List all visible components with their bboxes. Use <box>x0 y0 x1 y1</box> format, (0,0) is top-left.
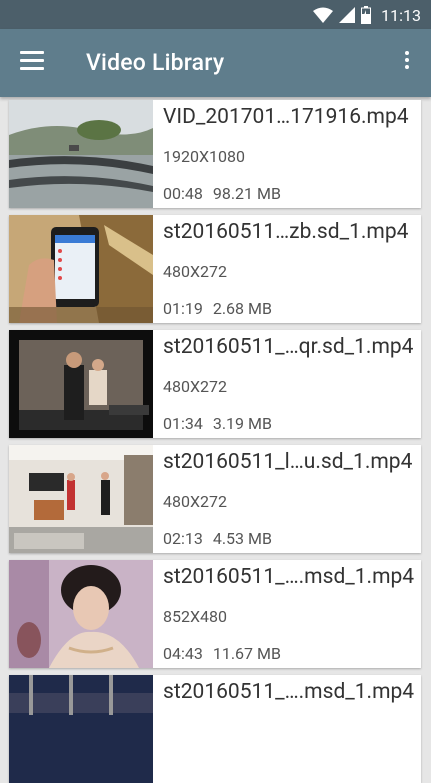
video-resolution: 480X272 <box>163 377 227 396</box>
video-thumbnail <box>9 330 153 438</box>
video-duration: 00:48 <box>163 184 203 203</box>
video-filename: st20160511_….msd_1.mp4 <box>163 680 415 704</box>
video-duration: 02:13 <box>163 529 203 548</box>
signal-icon <box>339 7 356 23</box>
video-thumbnail <box>9 675 153 783</box>
video-filename: st20160511_….msd_1.mp4 <box>163 565 415 589</box>
video-meta: 02:13 4.53 MB <box>163 529 272 548</box>
video-item[interactable]: st20160511_….msd_1.mp4 <box>9 675 421 783</box>
video-size: 11.67 MB <box>212 644 281 663</box>
video-thumbnail <box>9 445 153 553</box>
menu-icon[interactable] <box>20 51 44 75</box>
video-meta: 04:43 11.67 MB <box>163 644 281 663</box>
app-bar: Video Library <box>0 29 431 97</box>
video-duration: 01:34 <box>163 414 203 433</box>
video-meta: 01:34 3.19 MB <box>163 414 272 433</box>
video-thumbnail <box>9 560 153 668</box>
wifi-icon <box>313 7 334 23</box>
video-size: 2.68 MB <box>212 299 272 318</box>
video-filename: st20160511_l…u.sd_1.mp4 <box>163 450 413 474</box>
more-options-icon[interactable] <box>403 51 411 75</box>
page-title: Video Library <box>86 49 225 76</box>
clock-time: 11:13 <box>381 5 421 25</box>
video-item[interactable]: st20160511_….msd_1.mp4 852X480 04:43 11.6… <box>9 560 421 668</box>
video-filename: st20160511_…qr.sd_1.mp4 <box>163 335 414 359</box>
video-duration: 01:19 <box>163 299 203 318</box>
video-size: 3.19 MB <box>212 414 272 433</box>
video-duration: 04:43 <box>163 644 203 663</box>
status-bar: 11:13 <box>0 0 431 29</box>
video-item[interactable]: st20160511_…qr.sd_1.mp4 480X272 01:34 3.1… <box>9 330 421 438</box>
video-meta: 00:48 98.21 MB <box>163 184 281 203</box>
video-resolution: 1920X1080 <box>163 147 245 166</box>
battery-icon <box>361 6 372 24</box>
video-meta: 01:19 2.68 MB <box>163 299 272 318</box>
video-resolution: 480X272 <box>163 492 227 511</box>
video-filename: VID_201701…171916.mp4 <box>163 105 409 129</box>
video-item[interactable]: st20160511…zb.sd_1.mp4 480X272 01:19 2.68… <box>9 215 421 323</box>
video-thumbnail <box>9 215 153 323</box>
video-size: 4.53 MB <box>212 529 272 548</box>
video-resolution: 480X272 <box>163 262 227 281</box>
video-size: 98.21 MB <box>212 184 281 203</box>
video-item[interactable]: st20160511_l…u.sd_1.mp4 480X272 02:13 4.5… <box>9 445 421 553</box>
video-filename: st20160511…zb.sd_1.mp4 <box>163 220 409 244</box>
video-item[interactable]: VID_201701…171916.mp4 1920X1080 00:48 98.… <box>9 100 421 208</box>
video-resolution: 852X480 <box>163 607 227 626</box>
video-thumbnail <box>9 100 153 208</box>
